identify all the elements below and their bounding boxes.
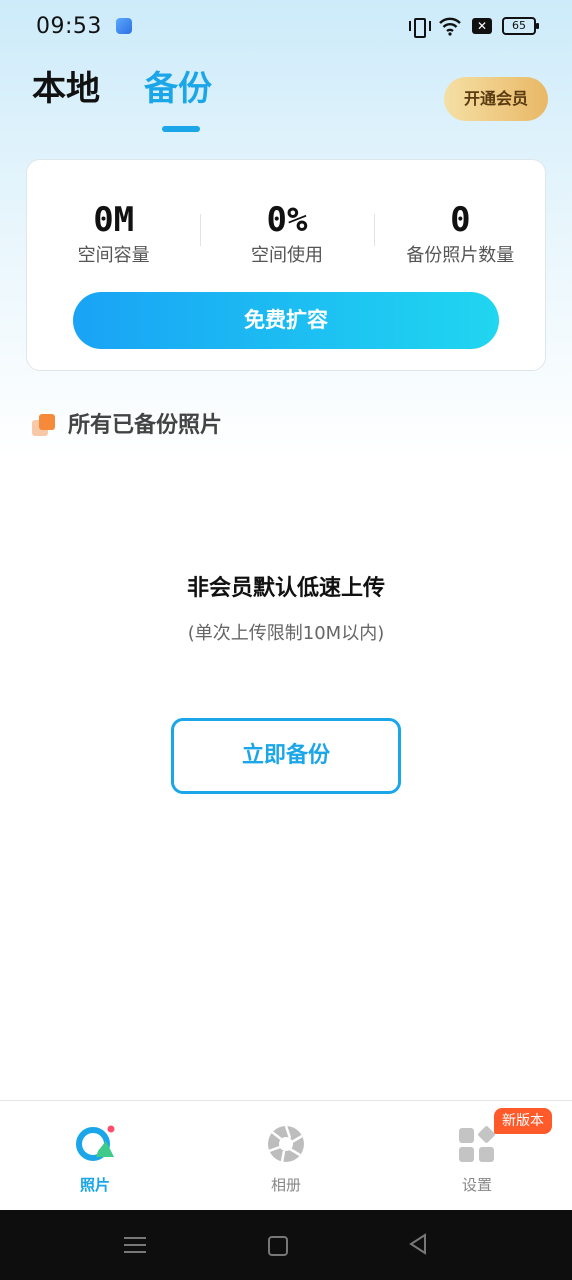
stats-row: 0M 空间容量 0% 空间使用 0 备份照片数量 — [27, 200, 547, 268]
nav-item-photos[interactable]: 照片 — [45, 1123, 145, 1195]
status-icons: ✕ 65 — [408, 16, 539, 38]
album-aperture-icon — [265, 1123, 307, 1165]
back-icon[interactable] — [406, 1232, 434, 1258]
stat-capacity-value: 0M — [93, 200, 135, 240]
app-notification-icon — [115, 18, 132, 34]
section-header: 所有已备份照片 — [32, 410, 222, 442]
settings-grid-icon — [456, 1123, 498, 1165]
tab-local[interactable]: 本地 — [32, 66, 100, 112]
home-icon[interactable] — [268, 1236, 288, 1256]
stat-capacity-label: 空间容量 — [77, 245, 150, 266]
top-tabs: 本地 备份 — [32, 66, 212, 112]
tab-indicator — [162, 126, 200, 132]
stat-photo-count-value: 0 — [450, 200, 471, 240]
photos-stack-icon — [32, 414, 56, 438]
tab-backup[interactable]: 备份 — [144, 66, 212, 112]
section-title: 所有已备份照片 — [68, 413, 223, 438]
status-bar: 09:53 ✕ 65 — [0, 0, 572, 52]
backup-now-button[interactable]: 立即备份 — [171, 718, 401, 794]
battery-icon: 65 — [502, 17, 539, 35]
recent-apps-icon[interactable] — [124, 1232, 152, 1258]
new-version-badge: 新版本 — [494, 1108, 552, 1134]
stat-divider — [374, 214, 375, 246]
nav-label-settings: 设置 — [461, 1176, 492, 1194]
stat-usage: 0% 空间使用 — [200, 200, 373, 268]
stat-usage-label: 空间使用 — [250, 245, 323, 266]
status-time: 09:53 — [36, 13, 102, 39]
stat-capacity: 0M 空间容量 — [27, 200, 200, 268]
stat-usage-value: 0% — [266, 200, 308, 240]
vip-button[interactable]: 开通会员 — [444, 77, 548, 121]
empty-state-title: 非会员默认低速上传 — [186, 576, 385, 601]
stat-divider — [200, 214, 201, 246]
wifi-icon — [438, 16, 462, 36]
stat-photo-count: 0 备份照片数量 — [374, 200, 547, 268]
bottom-nav: 照片 相册 设置 — [0, 1100, 572, 1210]
no-sim-icon: ✕ — [472, 18, 492, 34]
battery-level: 65 — [512, 19, 526, 32]
free-expand-button[interactable]: 免费扩容 — [73, 292, 499, 349]
system-navigation-bar — [0, 1210, 572, 1280]
vibrate-icon — [408, 16, 431, 38]
nav-label-album: 相册 — [270, 1176, 301, 1194]
photos-icon — [74, 1123, 116, 1165]
nav-label-photos: 照片 — [79, 1176, 110, 1194]
storage-stats-card: 0M 空间容量 0% 空间使用 0 备份照片数量 免费扩容 — [26, 159, 546, 371]
stat-photo-count-label: 备份照片数量 — [406, 245, 515, 266]
nav-item-album[interactable]: 相册 — [236, 1123, 336, 1195]
empty-state-subtitle: (单次上传限制10M以内) — [187, 623, 385, 644]
